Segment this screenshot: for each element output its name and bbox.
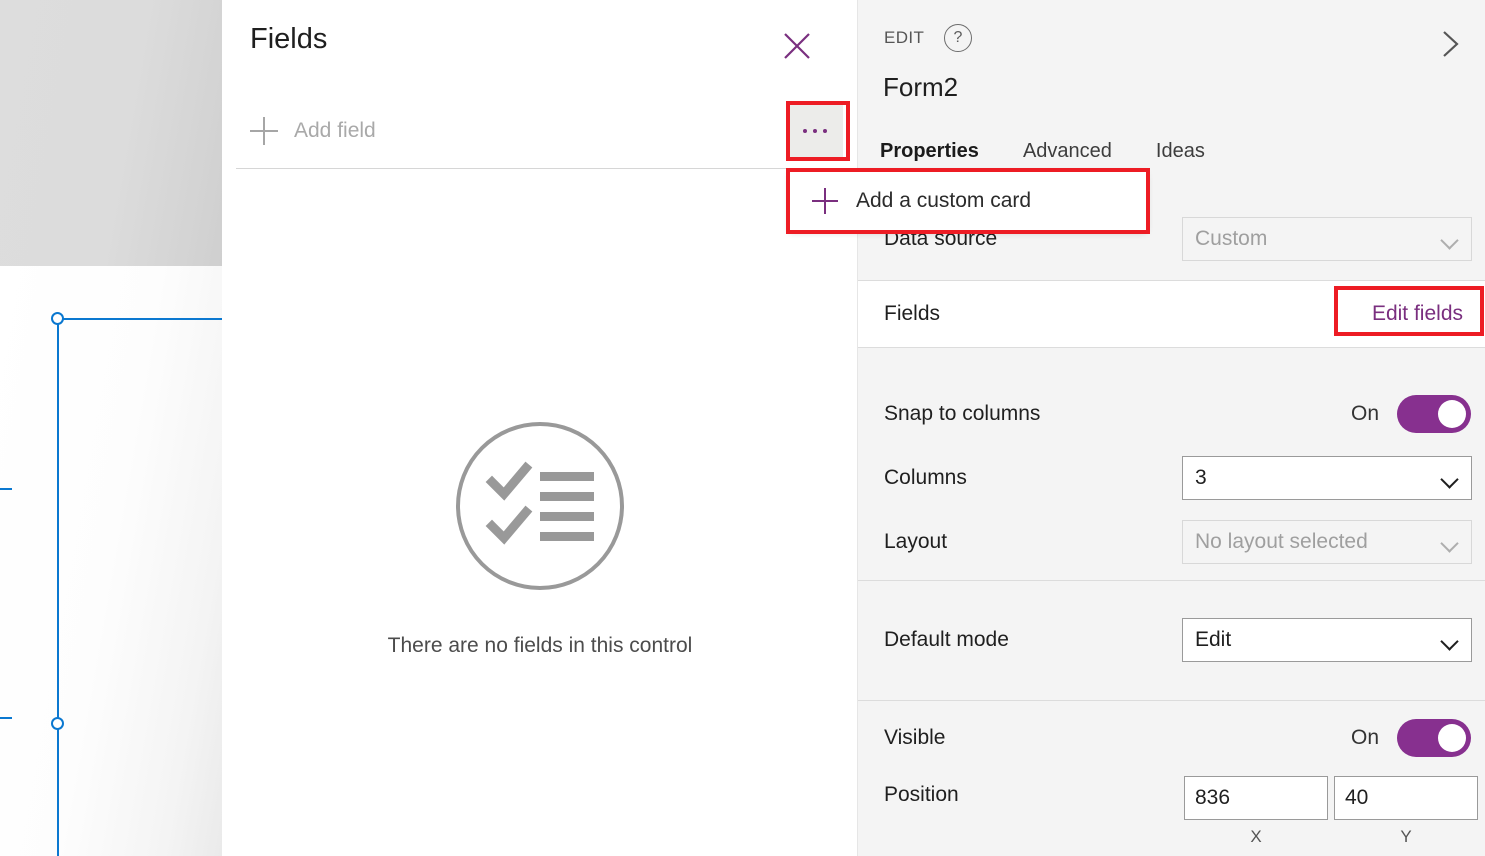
ellipsis-icon[interactable] bbox=[787, 104, 843, 158]
section-divider bbox=[858, 700, 1485, 701]
edit-fields-button[interactable]: Edit fields bbox=[1372, 302, 1463, 326]
toggle-knob bbox=[1438, 400, 1466, 428]
layout-dropdown[interactable]: No layout selected bbox=[1182, 520, 1472, 564]
resize-handle-middle-left[interactable] bbox=[51, 717, 64, 730]
canvas-screen-surface[interactable]: This fo bbox=[0, 266, 222, 856]
menu-item-add-custom-card[interactable]: Add a custom card bbox=[790, 172, 1146, 230]
properties-panel: EDIT ? Form2 Properties Advanced Ideas D… bbox=[858, 0, 1485, 856]
chevron-right-icon[interactable] bbox=[1428, 22, 1472, 66]
fields-empty-message: There are no fields in this control bbox=[387, 634, 693, 657]
row-visible: Visible On bbox=[858, 706, 1485, 770]
plus-icon bbox=[812, 188, 838, 214]
ellipsis-dot bbox=[813, 129, 817, 133]
selection-border-top bbox=[57, 318, 222, 320]
plus-icon bbox=[250, 117, 278, 145]
toggle-knob bbox=[1438, 724, 1466, 752]
add-field-label: Add field bbox=[294, 119, 376, 142]
tab-properties[interactable]: Properties bbox=[880, 140, 1023, 163]
chevron-down-icon bbox=[1441, 537, 1459, 548]
default-mode-value: Edit bbox=[1195, 628, 1232, 651]
app-root: This fo Fields Add field bbox=[0, 0, 1485, 856]
canvas-background-top bbox=[0, 0, 222, 266]
selection-tick-mid bbox=[0, 488, 12, 490]
position-y-input[interactable] bbox=[1334, 776, 1478, 820]
row-fields: Fields Edit fields bbox=[858, 281, 1485, 347]
visible-toggle-group: On bbox=[1351, 719, 1471, 757]
properties-panel-header: EDIT ? Form2 bbox=[858, 0, 1485, 140]
row-columns: Columns 3 bbox=[858, 446, 1485, 510]
edit-mode-label: EDIT bbox=[884, 28, 925, 47]
layout-value: No layout selected bbox=[1195, 530, 1368, 553]
checklist-circle-icon bbox=[456, 422, 624, 590]
section-divider bbox=[858, 347, 1485, 348]
fields-panel-divider bbox=[236, 168, 844, 169]
fields-label: Fields bbox=[884, 302, 941, 325]
position-label: Position bbox=[884, 783, 959, 806]
row-layout: Layout No layout selected bbox=[858, 510, 1485, 574]
row-snap-to-columns: Snap to columns On bbox=[858, 382, 1485, 446]
ellipsis-dot bbox=[823, 129, 827, 133]
snap-to-columns-toggle[interactable] bbox=[1397, 395, 1471, 433]
snap-to-columns-label: Snap to columns bbox=[884, 402, 1041, 425]
layout-label: Layout bbox=[884, 530, 948, 553]
position-y-axis-label: Y bbox=[1400, 827, 1412, 846]
selection-tick-lower bbox=[0, 717, 12, 719]
section-divider bbox=[858, 580, 1485, 581]
app-canvas[interactable]: This fo bbox=[0, 0, 222, 856]
tab-advanced[interactable]: Advanced bbox=[1023, 140, 1156, 163]
position-x-input[interactable] bbox=[1184, 776, 1328, 820]
chevron-down-icon bbox=[1441, 234, 1459, 245]
visible-toggle[interactable] bbox=[1397, 719, 1471, 757]
help-circle-icon[interactable]: ? bbox=[944, 24, 972, 52]
chevron-down-icon bbox=[1441, 473, 1459, 484]
default-mode-label: Default mode bbox=[884, 628, 1009, 651]
page-title: Form2 bbox=[883, 72, 959, 102]
ellipsis-dot bbox=[803, 129, 807, 133]
close-icon[interactable] bbox=[771, 20, 823, 72]
columns-value: 3 bbox=[1195, 466, 1207, 489]
row-default-mode: Default mode Edit bbox=[858, 608, 1485, 672]
resize-handle-top-left[interactable] bbox=[51, 312, 64, 325]
fields-panel-title: Fields bbox=[250, 23, 328, 55]
menu-item-label: Add a custom card bbox=[856, 189, 1032, 212]
columns-dropdown[interactable]: 3 bbox=[1182, 456, 1472, 500]
snap-to-columns-state: On bbox=[1350, 402, 1379, 425]
selection-border-left bbox=[57, 318, 59, 856]
fields-panel-header: Fields bbox=[222, 0, 858, 88]
position-x-axis-label: X bbox=[1250, 827, 1262, 846]
visible-label: Visible bbox=[884, 726, 946, 749]
snap-to-columns-toggle-group: On bbox=[1351, 395, 1471, 433]
tab-ideas[interactable]: Ideas bbox=[1156, 140, 1249, 163]
visible-state: On bbox=[1350, 726, 1379, 749]
add-field-button[interactable]: Add field bbox=[238, 104, 798, 158]
data-source-dropdown[interactable]: Custom bbox=[1182, 217, 1472, 261]
columns-label: Columns bbox=[884, 466, 967, 489]
data-source-value: Custom bbox=[1195, 227, 1268, 250]
data-source-label: Data source bbox=[884, 227, 998, 250]
chevron-down-icon bbox=[1441, 635, 1459, 646]
default-mode-dropdown[interactable]: Edit bbox=[1182, 618, 1472, 662]
fields-empty-state: There are no fields in this control bbox=[222, 420, 858, 658]
fields-panel: Fields Add field There are no fields in … bbox=[222, 0, 858, 856]
